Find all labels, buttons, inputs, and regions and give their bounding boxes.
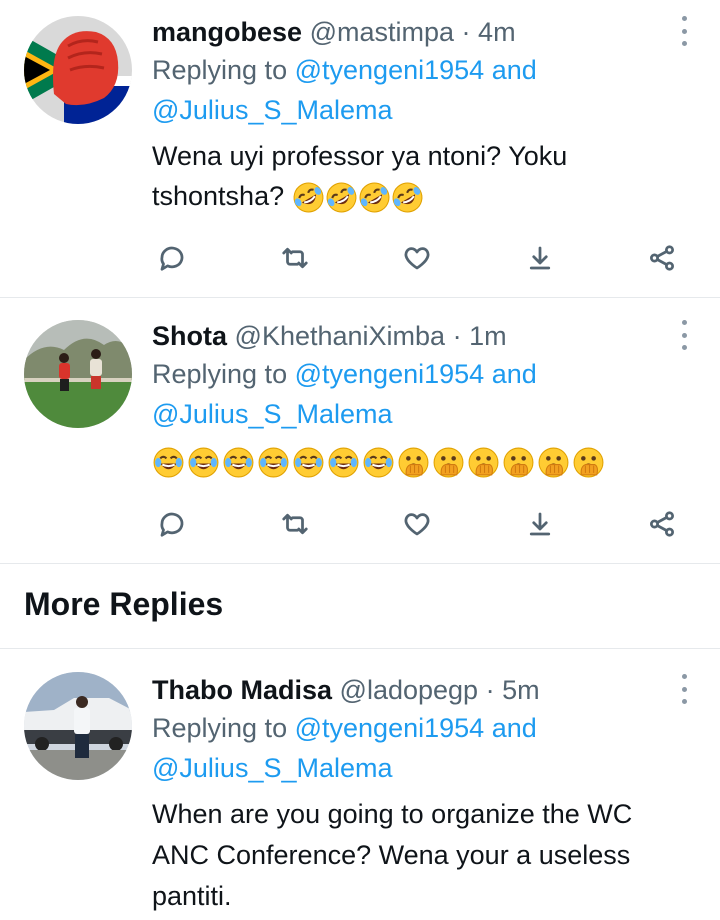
reply-icon[interactable] — [152, 238, 192, 278]
tweet-actions — [152, 504, 682, 544]
and-others-link[interactable]: and — [492, 359, 537, 389]
bookmark-icon[interactable] — [520, 238, 560, 278]
share-icon[interactable] — [642, 504, 682, 544]
avatar[interactable] — [24, 672, 132, 780]
separator: · — [485, 675, 495, 705]
tweet-text: When are you going to organize the WC AN… — [152, 794, 680, 917]
display-name[interactable]: Shota — [152, 321, 227, 351]
replying-prefix: Replying to — [152, 359, 288, 389]
like-icon[interactable] — [397, 504, 437, 544]
section-title: More Replies — [24, 586, 224, 622]
bookmark-icon[interactable] — [520, 504, 560, 544]
handle[interactable]: @mastimpa — [310, 17, 454, 47]
face-with-open-eyes-and-hand-over-mouth-emoji — [467, 446, 500, 479]
timestamp[interactable]: 1m — [469, 321, 507, 351]
retweet-icon[interactable] — [275, 504, 315, 544]
mention-link[interactable]: @Julius_S_Malema — [152, 753, 393, 783]
face-with-open-eyes-and-hand-over-mouth-emoji — [432, 446, 465, 479]
display-name[interactable]: mangobese — [152, 17, 302, 47]
face-with-tears-of-joy-emoji — [222, 446, 255, 479]
face-with-tears-of-joy-emoji — [292, 446, 325, 479]
tweet-text: Wena uyi professor ya ntoni? Yoku tshont… — [152, 136, 680, 216]
emoji-group — [292, 181, 424, 214]
face-with-open-eyes-and-hand-over-mouth-emoji — [572, 446, 605, 479]
more-options-icon[interactable] — [680, 16, 688, 46]
face-with-tears-of-joy-emoji — [362, 446, 395, 479]
and-others-link[interactable]: and — [492, 713, 537, 743]
replying-to: Replying to @tyengeni1954 and @Julius_S_… — [152, 354, 680, 434]
face-with-tears-of-joy-emoji — [187, 446, 220, 479]
tweet-1[interactable]: mangobese @mastimpa · 4m Replying to @ty… — [0, 0, 720, 296]
handle[interactable]: @KhethaniXimba — [235, 321, 446, 351]
rolling-on-floor-laughing-emoji — [292, 181, 325, 214]
face-with-open-eyes-and-hand-over-mouth-emoji — [537, 446, 570, 479]
separator: · — [461, 17, 471, 47]
reply-icon[interactable] — [152, 504, 192, 544]
face-with-open-eyes-and-hand-over-mouth-emoji — [502, 446, 535, 479]
like-icon[interactable] — [397, 238, 437, 278]
tweet-text-line: When are you going to organize the WC — [152, 799, 633, 829]
tweet-text-line: tshontsha? — [152, 181, 285, 211]
emoji-group — [152, 446, 680, 479]
face-with-tears-of-joy-emoji — [327, 446, 360, 479]
avatar[interactable] — [24, 320, 132, 428]
replying-to: Replying to @tyengeni1954 and @Julius_S_… — [152, 50, 680, 130]
divider — [0, 563, 720, 564]
display-name[interactable]: Thabo Madisa — [152, 675, 332, 705]
face-with-tears-of-joy-emoji — [257, 446, 290, 479]
more-options-icon[interactable] — [680, 674, 688, 704]
timestamp[interactable]: 5m — [502, 675, 540, 705]
mention-link[interactable]: @tyengeni1954 — [295, 359, 485, 389]
rolling-on-floor-laughing-emoji — [391, 181, 424, 214]
more-options-icon[interactable] — [680, 320, 688, 350]
divider — [0, 648, 720, 649]
rolling-on-floor-laughing-emoji — [325, 181, 358, 214]
avatar[interactable] — [24, 16, 132, 124]
replying-prefix: Replying to — [152, 713, 288, 743]
replying-prefix: Replying to — [152, 55, 288, 85]
tweet-2[interactable]: Shota @KhethaniXimba · 1m Replying to @t… — [0, 298, 720, 563]
mention-link[interactable]: @tyengeni1954 — [295, 713, 485, 743]
share-icon[interactable] — [642, 238, 682, 278]
tweet-actions — [152, 238, 682, 278]
mention-link[interactable]: @Julius_S_Malema — [152, 95, 393, 125]
tweet-3[interactable]: Thabo Madisa @ladopegp · 5m Replying to … — [0, 650, 720, 920]
and-others-link[interactable]: and — [492, 55, 537, 85]
rolling-on-floor-laughing-emoji — [358, 181, 391, 214]
separator: · — [452, 321, 462, 351]
replying-to: Replying to @tyengeni1954 and @Julius_S_… — [152, 708, 680, 788]
mention-link[interactable]: @Julius_S_Malema — [152, 399, 393, 429]
tweet-text-line: Wena uyi professor ya ntoni? Yoku — [152, 141, 568, 171]
tweet-text-line: pantiti. — [152, 881, 232, 911]
timestamp[interactable]: 4m — [478, 17, 516, 47]
face-with-open-eyes-and-hand-over-mouth-emoji — [397, 446, 430, 479]
retweet-icon[interactable] — [275, 238, 315, 278]
mention-link[interactable]: @tyengeni1954 — [295, 55, 485, 85]
face-with-tears-of-joy-emoji — [152, 446, 185, 479]
tweet-text-line: ANC Conference? Wena your a useless — [152, 840, 631, 870]
handle[interactable]: @ladopegp — [340, 675, 479, 705]
